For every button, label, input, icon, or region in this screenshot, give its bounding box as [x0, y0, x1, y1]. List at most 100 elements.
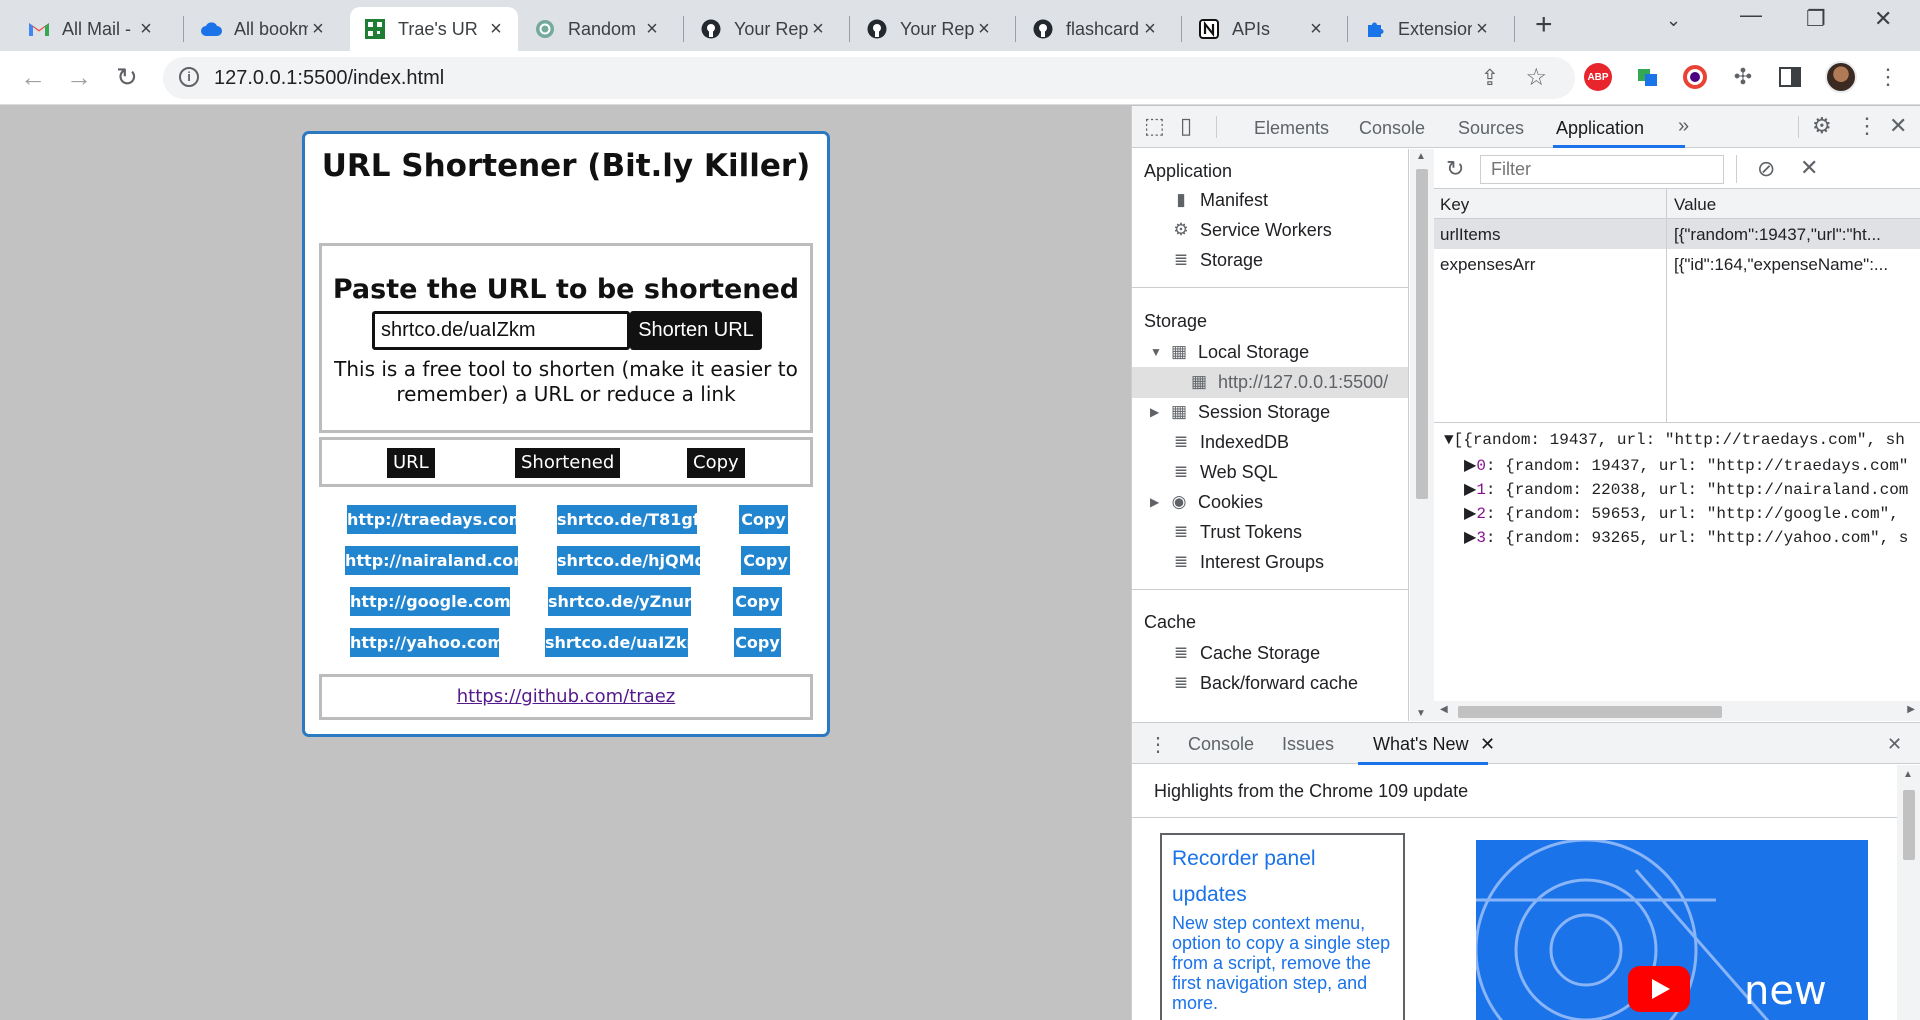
- close-icon[interactable]: ×: [1306, 18, 1326, 41]
- close-icon[interactable]: ×: [1472, 18, 1492, 41]
- sidebar-item-interest-groups[interactable]: ≣ Interest Groups: [1170, 548, 1324, 576]
- browser-tab[interactable]: Extension ×: [1350, 7, 1504, 51]
- json-root-line[interactable]: ▼[{random: 19437, url: "http://traedays.…: [1444, 431, 1905, 449]
- browser-tab[interactable]: APIs ×: [1184, 7, 1338, 51]
- bookmark-star-icon[interactable]: ☆: [1525, 63, 1547, 92]
- browser-tab[interactable]: All bookm ×: [186, 7, 340, 51]
- close-icon[interactable]: ×: [974, 18, 994, 41]
- expanded-arrow-icon[interactable]: ▼: [1150, 345, 1164, 359]
- close-drawer-icon[interactable]: ✕: [1887, 734, 1902, 755]
- collapsed-arrow-icon[interactable]: ▶: [1150, 405, 1164, 419]
- drawer-menu-icon[interactable]: ⋮: [1148, 732, 1168, 757]
- github-link[interactable]: https://github.com/traez: [457, 686, 676, 707]
- copy-button[interactable]: Copy: [739, 505, 788, 534]
- close-icon[interactable]: ×: [642, 18, 662, 41]
- new-tab-plus-icon[interactable]: +: [1535, 10, 1553, 40]
- short-url-link[interactable]: shrtco.de/hjQMqt: [557, 546, 714, 575]
- original-url-link[interactable]: http://traedays.com: [347, 505, 525, 534]
- restore-icon[interactable]: ❐: [1806, 6, 1826, 32]
- site-info-icon[interactable]: i: [179, 67, 199, 87]
- sidebar-item-session-storage[interactable]: ▶ ▦ Session Storage: [1150, 398, 1330, 426]
- color-picker-extension-icon[interactable]: [1681, 63, 1709, 91]
- scroll-down-icon[interactable]: ▼: [1416, 708, 1426, 719]
- card-title-continued[interactable]: updates: [1172, 877, 1393, 913]
- original-url-link[interactable]: http://nairaland.com: [345, 546, 530, 575]
- settings-gear-icon[interactable]: ⚙: [1812, 115, 1832, 137]
- collapsed-arrow-icon[interactable]: ▶: [1150, 495, 1164, 509]
- collapsed-arrow-icon[interactable]: ▶: [1464, 481, 1476, 499]
- sidebar-item-local-storage[interactable]: ▼ ▦ Local Storage: [1150, 338, 1309, 366]
- address-url[interactable]: 127.0.0.1:5500/index.html: [214, 67, 444, 90]
- browser-tab[interactable]: flashcard ×: [1018, 7, 1172, 51]
- browser-tab[interactable]: Your Rep ×: [852, 7, 1006, 51]
- scrollbar-thumb[interactable]: [1903, 790, 1915, 860]
- copy-button[interactable]: Copy: [741, 546, 790, 575]
- adblock-plus-icon[interactable]: ABP: [1584, 63, 1612, 91]
- inspect-element-icon[interactable]: ⬚: [1144, 115, 1165, 137]
- browser-tab[interactable]: Your Rep ×: [686, 7, 840, 51]
- tab-console[interactable]: Console: [1359, 118, 1425, 139]
- drawer-tab-whats-new[interactable]: What's New: [1373, 734, 1468, 755]
- extensions-puzzle-icon[interactable]: ✣: [1729, 63, 1757, 91]
- more-tabs-icon[interactable]: »: [1678, 115, 1689, 138]
- copy-button[interactable]: Copy: [733, 587, 782, 616]
- tab-elements[interactable]: Elements: [1254, 118, 1329, 139]
- sidebar-item-web-sql[interactable]: ≣ Web SQL: [1170, 458, 1278, 486]
- clear-all-icon[interactable]: ⊘: [1757, 156, 1775, 182]
- refresh-icon[interactable]: ↻: [1446, 156, 1464, 182]
- window-close-icon[interactable]: ✕: [1874, 6, 1892, 32]
- key-column-header[interactable]: Key: [1440, 195, 1469, 215]
- copy-button[interactable]: Copy: [734, 628, 781, 657]
- short-url-link[interactable]: shrtco.de/uaIZkm: [545, 628, 703, 657]
- close-icon[interactable]: ×: [808, 18, 828, 41]
- scrollbar-thumb[interactable]: [1416, 169, 1428, 499]
- close-devtools-icon[interactable]: ✕: [1889, 115, 1907, 137]
- drawer-scrollbar[interactable]: ▲: [1897, 765, 1920, 1020]
- address-bar[interactable]: i 127.0.0.1:5500/index.html ⇪ ☆: [163, 57, 1575, 99]
- scroll-up-icon[interactable]: ▲: [1903, 769, 1913, 780]
- expanded-arrow-icon[interactable]: ▼: [1444, 431, 1454, 449]
- card-title[interactable]: Recorder panel: [1172, 841, 1393, 877]
- short-url-link[interactable]: shrtco.de/yZnurA: [548, 587, 704, 616]
- sidebar-scrollbar[interactable]: ▲ ▼: [1410, 149, 1434, 721]
- horizontal-scrollbar[interactable]: ◀ ▶: [1434, 701, 1920, 721]
- devtools-menu-icon[interactable]: ⋮: [1856, 115, 1878, 137]
- json-item-line[interactable]: ▶1: {random: 22038, url: "http://nairala…: [1464, 479, 1908, 499]
- collapsed-arrow-icon[interactable]: ▶: [1464, 529, 1476, 547]
- sidebar-item-local-origin[interactable]: ▦ http://127.0.0.1:5500/: [1188, 368, 1388, 396]
- reload-icon[interactable]: ↻: [116, 64, 138, 90]
- browser-tab[interactable]: All Mail - ×: [14, 7, 168, 51]
- scroll-right-icon[interactable]: ▶: [1907, 704, 1915, 715]
- original-url-link[interactable]: http://yahoo.com: [350, 628, 504, 657]
- close-icon[interactable]: ×: [308, 18, 328, 41]
- drawer-tab-issues[interactable]: Issues: [1282, 734, 1334, 755]
- sidebar-item-service-workers[interactable]: ⚙ Service Workers: [1170, 216, 1331, 244]
- tab-sources[interactable]: Sources: [1458, 118, 1524, 139]
- json-item-line[interactable]: ▶3: {random: 93265, url: "http://yahoo.c…: [1464, 527, 1908, 547]
- close-tab-icon[interactable]: ✕: [1480, 734, 1495, 755]
- sidebar-item-indexeddb[interactable]: ≣ IndexedDB: [1170, 428, 1289, 456]
- side-panel-icon[interactable]: [1776, 63, 1804, 91]
- whats-new-video[interactable]: new: [1476, 840, 1868, 1020]
- sidebar-item-bfcache[interactable]: ≣ Back/forward cache: [1170, 669, 1358, 697]
- youtube-play-icon[interactable]: [1628, 966, 1690, 1012]
- sidebar-item-cookies[interactable]: ▶ ◉ Cookies: [1150, 488, 1263, 516]
- json-item-line[interactable]: ▶2: {random: 59653, url: "http://google.…: [1464, 503, 1899, 523]
- shorten-url-button[interactable]: Shorten URL: [630, 311, 762, 350]
- back-arrow-icon[interactable]: ←: [20, 64, 46, 90]
- recorder-update-card[interactable]: Recorder panel updates New step context …: [1160, 833, 1405, 1020]
- value-column-header[interactable]: Value: [1674, 195, 1716, 215]
- json-item-line[interactable]: ▶0: {random: 19437, url: "http://traeday…: [1464, 455, 1908, 475]
- browser-tab-active[interactable]: Trae's UR ×: [350, 7, 518, 51]
- collapsed-arrow-icon[interactable]: ▶: [1464, 505, 1476, 523]
- delete-selected-icon[interactable]: ✕: [1800, 155, 1818, 181]
- sidebar-item-trust-tokens[interactable]: ≣ Trust Tokens: [1170, 518, 1302, 546]
- table-cell-key[interactable]: urlItems: [1440, 225, 1660, 245]
- scroll-left-icon[interactable]: ◀: [1440, 704, 1448, 715]
- short-url-link[interactable]: shrtco.de/T81gfn: [557, 505, 711, 534]
- tab-application[interactable]: Application: [1556, 118, 1644, 139]
- scrollbar-thumb[interactable]: [1458, 706, 1722, 718]
- browser-menu-icon[interactable]: ⋮: [1874, 63, 1902, 91]
- table-cell-value[interactable]: [{"random":19437,"url":"ht...: [1674, 225, 1919, 245]
- profile-avatar[interactable]: [1825, 61, 1857, 93]
